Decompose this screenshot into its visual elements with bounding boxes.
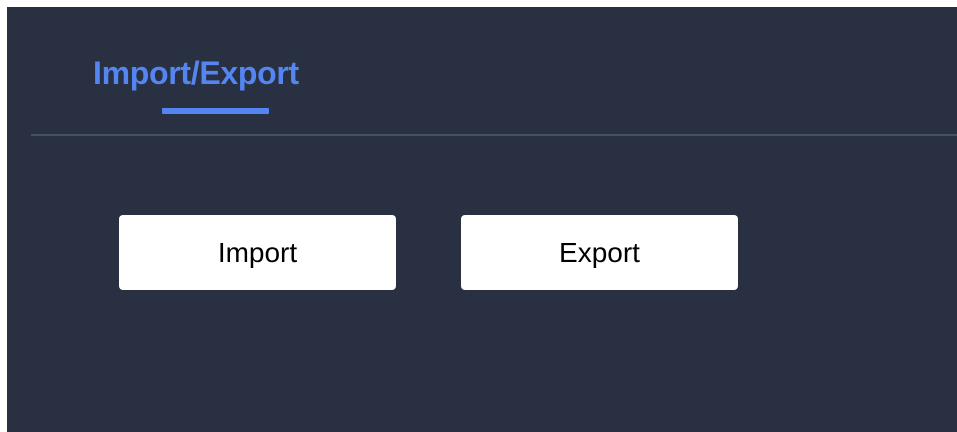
export-button[interactable]: Export: [461, 215, 738, 290]
active-tab-indicator: [162, 108, 269, 114]
import-export-panel: Import/Export Import Export: [7, 7, 957, 432]
import-button[interactable]: Import: [119, 215, 396, 290]
tab-label: Import/Export: [93, 55, 299, 91]
tab-divider: [31, 134, 957, 136]
tab-import-export[interactable]: Import/Export: [93, 51, 299, 117]
